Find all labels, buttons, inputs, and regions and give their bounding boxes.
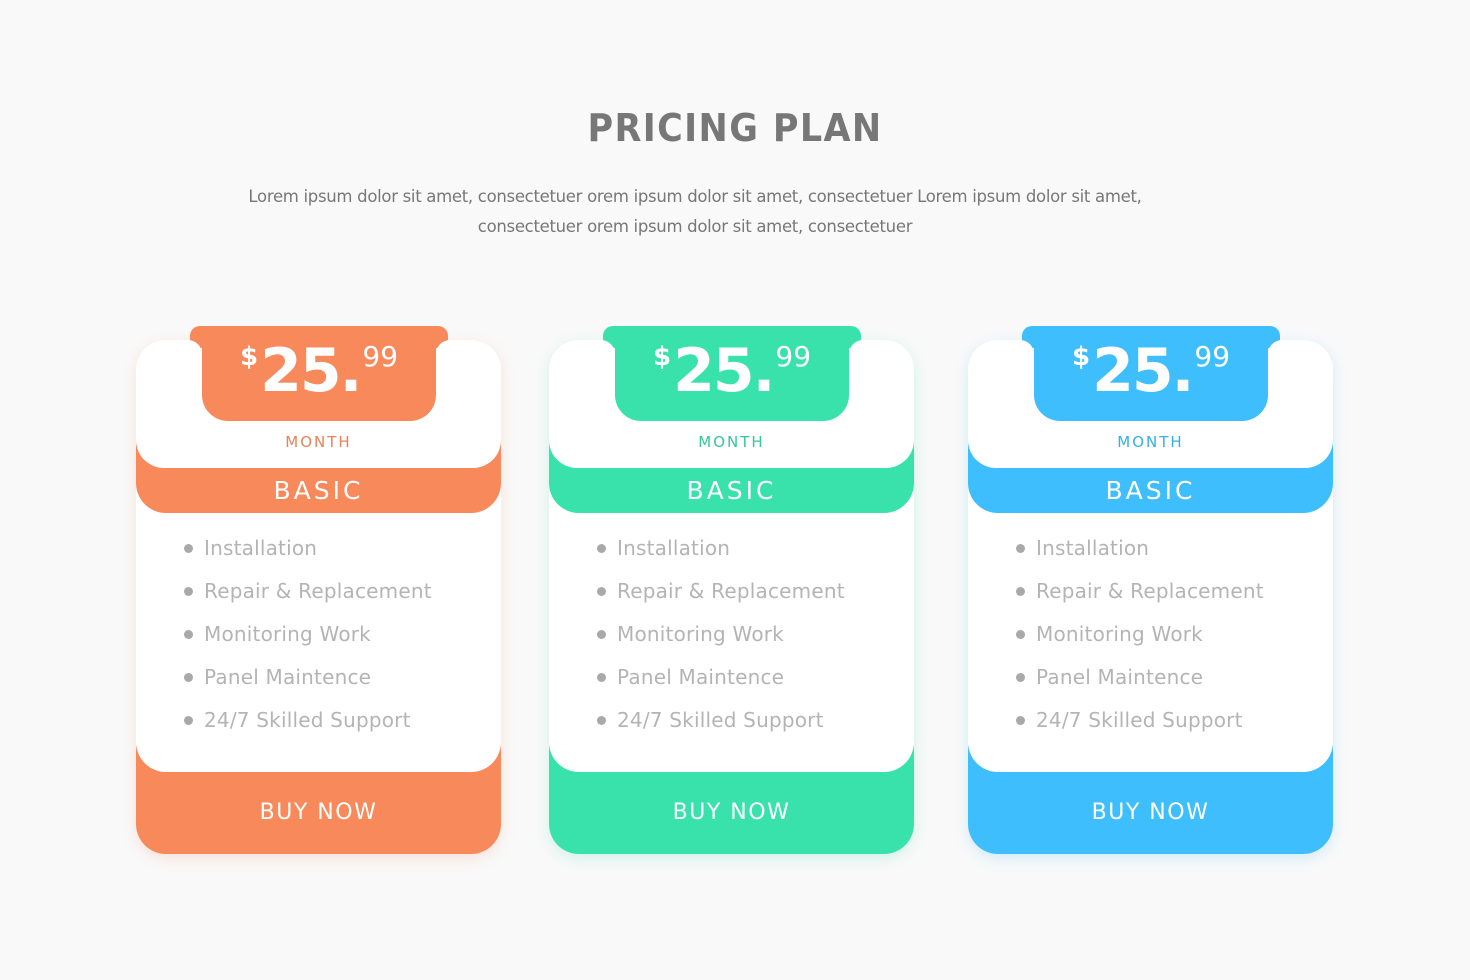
price-cents: 99: [775, 340, 812, 373]
bullet-icon: [1016, 544, 1025, 553]
price-amount: 25.: [673, 336, 775, 406]
billing-period: MONTH: [285, 433, 352, 451]
feature-item: Panel Maintence: [1016, 659, 1264, 702]
bullet-icon: [184, 716, 193, 725]
plan-name: BASIC: [273, 476, 364, 505]
feature-label: Repair & Replacement: [1036, 579, 1264, 603]
bullet-icon: [597, 716, 606, 725]
bullet-icon: [597, 587, 606, 596]
feature-label: Monitoring Work: [204, 622, 371, 646]
bullet-icon: [597, 544, 606, 553]
feature-label: Installation: [1036, 536, 1150, 560]
feature-item: Monitoring Work: [1016, 616, 1264, 659]
feature-label: 24/7 Skilled Support: [617, 708, 824, 732]
buy-now-button[interactable]: BUY NOW: [136, 772, 501, 854]
feature-label: Repair & Replacement: [617, 579, 845, 603]
feature-label: Monitoring Work: [617, 622, 784, 646]
bullet-icon: [597, 673, 606, 682]
bullet-icon: [1016, 673, 1025, 682]
bullet-icon: [1016, 716, 1025, 725]
page-subtitle: Lorem ipsum dolor sit amet, consectetuer…: [248, 187, 1142, 236]
pricing-card-basic-orange: BASIC $25.99 MONTH Installation Repair &…: [136, 326, 501, 854]
feature-item: Installation: [184, 530, 432, 573]
price-cents: 99: [1194, 340, 1231, 373]
feature-label: Panel Maintence: [204, 665, 372, 689]
billing-period: MONTH: [698, 433, 765, 451]
price: $25.99: [603, 334, 861, 408]
price-currency: $: [239, 342, 259, 372]
feature-label: Panel Maintence: [1036, 665, 1204, 689]
feature-item: Monitoring Work: [597, 616, 845, 659]
feature-list: Installation Repair & Replacement Monito…: [1016, 530, 1264, 745]
price-amount: 25.: [260, 336, 362, 406]
price-tab: $25.99: [601, 326, 863, 421]
bullet-icon: [184, 587, 193, 596]
feature-item: Repair & Replacement: [1016, 573, 1264, 616]
feature-item: Panel Maintence: [184, 659, 432, 702]
page-title: PRICING PLAN: [587, 106, 883, 150]
buy-now-button[interactable]: BUY NOW: [968, 772, 1333, 854]
price-amount: 25.: [1092, 336, 1194, 406]
pricing-card-basic-blue: BASIC $25.99 MONTH Installation Repair &…: [968, 326, 1333, 854]
price-tab: $25.99: [1020, 326, 1282, 421]
bullet-icon: [184, 544, 193, 553]
feature-label: Installation: [617, 536, 731, 560]
feature-item: Repair & Replacement: [597, 573, 845, 616]
feature-label: Monitoring Work: [1036, 622, 1203, 646]
bullet-icon: [1016, 587, 1025, 596]
bullet-icon: [1016, 630, 1025, 639]
feature-label: 24/7 Skilled Support: [1036, 708, 1243, 732]
feature-item: Repair & Replacement: [184, 573, 432, 616]
feature-label: 24/7 Skilled Support: [204, 708, 411, 732]
feature-label: Repair & Replacement: [204, 579, 432, 603]
feature-list: Installation Repair & Replacement Monito…: [597, 530, 845, 745]
price-currency: $: [652, 342, 672, 372]
price-currency: $: [1071, 342, 1091, 372]
billing-period: MONTH: [1117, 433, 1184, 451]
feature-list: Installation Repair & Replacement Monito…: [184, 530, 432, 745]
price-tab: $25.99: [188, 326, 450, 421]
plan-name: BASIC: [1105, 476, 1196, 505]
feature-label: Installation: [204, 536, 318, 560]
bullet-icon: [184, 630, 193, 639]
feature-item: Monitoring Work: [184, 616, 432, 659]
feature-label: Panel Maintence: [617, 665, 785, 689]
bullet-icon: [184, 673, 193, 682]
price: $25.99: [190, 334, 448, 408]
feature-item: 24/7 Skilled Support: [597, 702, 845, 745]
feature-item: Installation: [1016, 530, 1264, 573]
feature-item: 24/7 Skilled Support: [1016, 702, 1264, 745]
feature-item: Installation: [597, 530, 845, 573]
feature-item: 24/7 Skilled Support: [184, 702, 432, 745]
price-cents: 99: [362, 340, 399, 373]
pricing-card-basic-green: BASIC $25.99 MONTH Installation Repair &…: [549, 326, 914, 854]
feature-item: Panel Maintence: [597, 659, 845, 702]
price: $25.99: [1022, 334, 1280, 408]
buy-now-button[interactable]: BUY NOW: [549, 772, 914, 854]
bullet-icon: [597, 630, 606, 639]
plan-name: BASIC: [686, 476, 777, 505]
